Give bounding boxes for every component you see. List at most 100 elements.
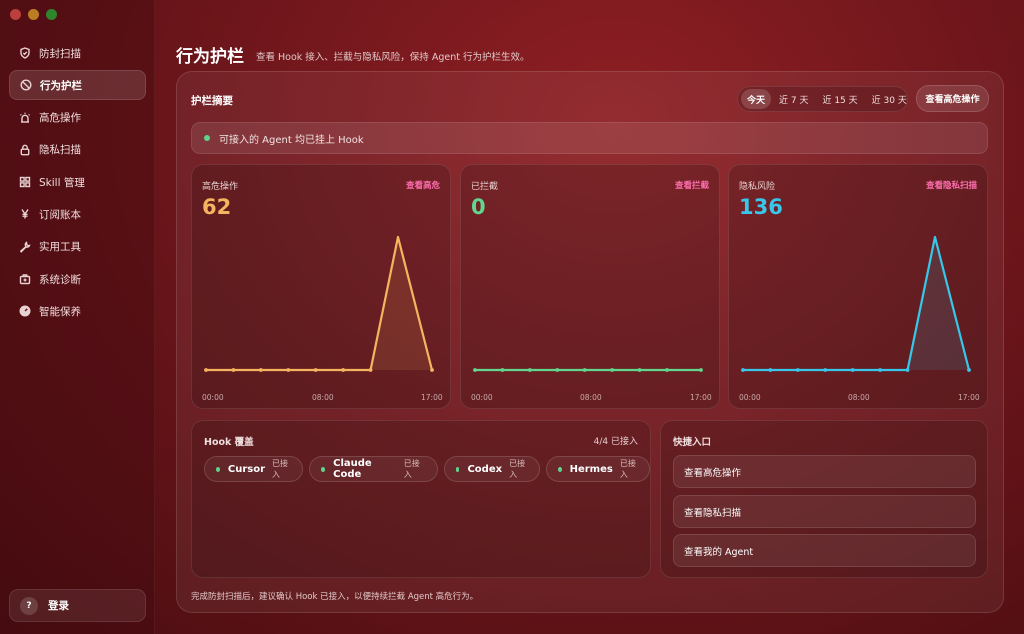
sidebar-item-label: 系统诊断 — [39, 273, 81, 286]
sidebar-item-label: Skill 管理 — [39, 176, 85, 189]
data-point — [527, 368, 532, 372]
privacy-risk-card: 隐私风险 查看隐私扫描 136 00:00 08:00 17:00 — [728, 164, 988, 409]
card-title: 已拦截 — [471, 182, 499, 192]
data-point — [555, 368, 560, 372]
privacy-risk-sparkline — [741, 235, 971, 372]
gauge-icon — [19, 305, 31, 317]
hook-status-banner: 可接入的 Agent 均已挂上 Hook — [191, 122, 988, 154]
data-point — [231, 368, 236, 372]
sidebar-item-smart-maintenance[interactable]: 智能保养 — [9, 296, 146, 326]
sidebar-item-high-risk[interactable]: 高危操作 — [9, 103, 146, 133]
data-point — [637, 368, 642, 372]
login-button[interactable]: ? 登录 — [9, 589, 146, 622]
agent-name: Cursor — [227, 463, 266, 475]
view-privacy-scan-link[interactable]: 查看隐私扫描 — [926, 179, 977, 191]
card-value: 62 — [202, 195, 232, 219]
sidebar-item-label: 防封扫描 — [39, 47, 81, 60]
card-title: 隐私风险 — [739, 182, 776, 192]
card-title: 高危操作 — [202, 182, 239, 192]
view-high-risk-button[interactable]: 查看高危操作 — [916, 85, 989, 112]
sidebar-item-behavior-guard[interactable]: 行为护栏 — [9, 70, 146, 101]
data-point — [610, 368, 615, 372]
status-dot — [455, 466, 460, 472]
range-30-days[interactable]: 近 30 天 — [866, 89, 913, 109]
range-15-days[interactable]: 近 15 天 — [816, 89, 863, 109]
agent-status: 已接入 — [403, 459, 420, 479]
data-point — [204, 368, 208, 372]
page-subtitle: 查看 Hook 接入、拦截与隐私风险，保持 Agent 行为护栏生效。 — [256, 52, 530, 63]
yen-icon — [19, 208, 31, 220]
tick-label: 00:00 — [471, 393, 493, 402]
blocked-sparkline — [473, 368, 703, 372]
sidebar: 防封扫描 行为护栏 高危操作 隐私扫描 Skill 管理 订阅账本 实用工具 系… — [0, 0, 155, 634]
data-point — [430, 368, 434, 372]
data-point — [582, 368, 587, 372]
agent-name: Hermes — [569, 463, 613, 475]
hook-coverage-title: Hook 覆盖 — [204, 437, 254, 448]
agent-name: Codex — [467, 463, 503, 475]
data-point — [823, 368, 828, 372]
grid-icon — [19, 176, 31, 188]
page-title: 行为护栏 — [176, 47, 244, 67]
agent-chip-list: Cursor 已接入 Claude Code 已接入 Codex 已接入 Her… — [204, 456, 650, 482]
quick-view-privacy-scan-button[interactable]: 查看隐私扫描 — [673, 495, 976, 528]
agent-status: 已接入 — [619, 459, 636, 479]
hook-coverage-panel: Hook 覆盖 4/4 已接入 Cursor 已接入 Claude Code 已… — [191, 420, 651, 578]
hook-coverage-count: 4/4 已接入 — [593, 437, 638, 447]
data-point — [741, 368, 745, 372]
quick-view-my-agent-button[interactable]: 查看我的 Agent — [673, 534, 976, 567]
range-today[interactable]: 今天 — [741, 89, 772, 109]
tick-label: 17:00 — [421, 393, 443, 402]
ban-icon — [20, 79, 32, 91]
toolbox-icon — [19, 273, 31, 285]
sidebar-item-anti-ban-scan[interactable]: 防封扫描 — [9, 38, 146, 68]
alarm-icon — [19, 112, 31, 124]
sidebar-nav: 防封扫描 行为护栏 高危操作 隐私扫描 Skill 管理 订阅账本 实用工具 系… — [9, 38, 146, 329]
status-dot — [557, 466, 562, 472]
quick-view-high-risk-button[interactable]: 查看高危操作 — [673, 455, 976, 488]
tick-label: 08:00 — [848, 393, 870, 402]
data-point — [768, 368, 773, 372]
status-dot — [320, 466, 326, 472]
agent-chip-cursor[interactable]: Cursor 已接入 — [204, 456, 303, 482]
sidebar-item-label: 智能保养 — [39, 305, 81, 318]
data-point — [286, 368, 291, 372]
sidebar-item-subscription-ledger[interactable]: 订阅账本 — [9, 199, 146, 229]
blocked-card: 已拦截 查看拦截 0 00:00 08:00 17:00 — [460, 164, 720, 409]
agent-chip-claude-code[interactable]: Claude Code 已接入 — [308, 456, 438, 482]
agent-chip-hermes[interactable]: Hermes 已接入 — [545, 456, 650, 482]
quick-entry-title: 快捷入口 — [673, 437, 712, 448]
sidebar-item-label: 订阅账本 — [39, 208, 81, 221]
tick-label: 08:00 — [580, 393, 602, 402]
data-point — [699, 368, 703, 372]
data-point — [368, 368, 373, 372]
tick-label: 00:00 — [202, 393, 224, 402]
agent-status: 已接入 — [272, 459, 289, 479]
sidebar-item-utilities[interactable]: 实用工具 — [9, 232, 146, 262]
series-area — [206, 237, 432, 370]
footer-note: 完成防封扫描后，建议确认 Hook 已接入，以便持续拦截 Agent 高危行为。 — [191, 592, 479, 602]
app-window: 防封扫描 行为护栏 高危操作 隐私扫描 Skill 管理 订阅账本 实用工具 系… — [0, 0, 1024, 634]
tick-label: 08:00 — [312, 393, 334, 402]
data-point — [500, 368, 505, 372]
sidebar-item-label: 行为护栏 — [40, 79, 82, 92]
data-point — [665, 368, 669, 372]
card-value: 0 — [471, 195, 486, 219]
high-risk-card: 高危操作 查看高危 62 00:00 08:00 17:00 — [191, 164, 451, 409]
status-dot — [204, 135, 210, 141]
sidebar-item-system-diagnosis[interactable]: 系统诊断 — [9, 264, 146, 294]
data-point — [850, 368, 855, 372]
high-risk-sparkline — [204, 235, 434, 372]
view-high-risk-link[interactable]: 查看高危 — [406, 179, 440, 191]
sidebar-item-skill-manage[interactable]: Skill 管理 — [9, 167, 146, 197]
banner-text: 可接入的 Agent 均已挂上 Hook — [219, 134, 364, 146]
range-7-days[interactable]: 近 7 天 — [773, 89, 814, 109]
lock-icon — [19, 144, 31, 156]
status-dot — [216, 466, 220, 472]
view-blocked-link[interactable]: 查看拦截 — [675, 179, 709, 191]
data-point — [258, 368, 263, 372]
sidebar-item-privacy-scan[interactable]: 隐私扫描 — [9, 135, 146, 165]
tick-label: 17:00 — [690, 393, 712, 402]
agent-chip-codex[interactable]: Codex 已接入 — [443, 456, 540, 482]
data-point — [905, 368, 910, 372]
